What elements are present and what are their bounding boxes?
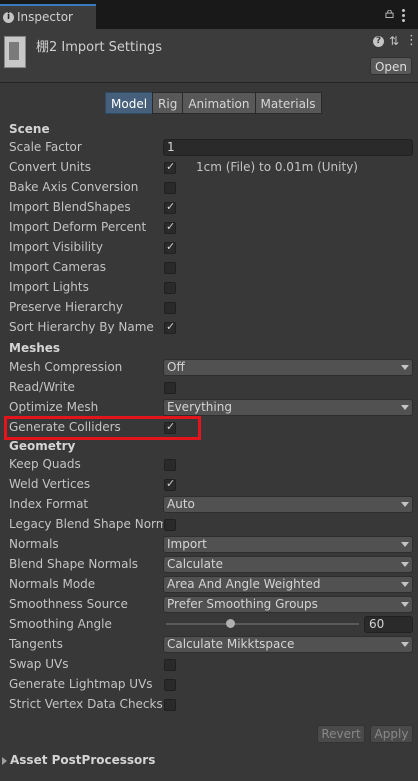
smoothness-source-dropdown[interactable]: Prefer Smoothing Groups: [163, 596, 413, 613]
strict-vertex-checks-label: Strict Vertex Data Checks: [9, 697, 163, 711]
mesh-compression-value: Off: [167, 360, 185, 374]
scene-heading: Scene: [9, 122, 50, 136]
smoothing-angle-slider[interactable]: [166, 623, 359, 625]
normals-mode-value: Area And Angle Weighted: [167, 577, 321, 591]
blend-shape-normals-dropdown[interactable]: Calculate: [163, 556, 413, 573]
optimize-mesh-label: Optimize Mesh: [9, 400, 99, 414]
scale-factor-input[interactable]: 1: [163, 139, 413, 156]
chevron-down-icon: [401, 405, 409, 410]
smoothing-angle-slider-thumb[interactable]: [226, 619, 235, 628]
chevron-down-icon: [401, 502, 409, 507]
smoothing-angle-input[interactable]: 60: [364, 616, 413, 633]
help-icon[interactable]: ?: [373, 36, 384, 47]
sort-hierarchy-checkbox[interactable]: [164, 320, 176, 334]
preserve-hierarchy-checkbox[interactable]: [164, 302, 176, 314]
preset-icon[interactable]: ⇅: [389, 34, 399, 48]
header-title: 棚2 Import Settings: [36, 40, 163, 55]
swap-uvs-checkbox[interactable]: [164, 659, 176, 671]
normals-value: Import: [167, 537, 207, 551]
tab-rig[interactable]: Rig: [152, 92, 184, 114]
inspector-header: 棚2 Import Settings ? ⇅ ⋮ Open: [0, 29, 418, 83]
legacy-blend-normals-label: Legacy Blend Shape Normals: [9, 517, 163, 531]
chevron-down-icon: [401, 602, 409, 607]
chevron-down-icon: [401, 642, 409, 647]
import-deform-percent-checkbox[interactable]: [164, 220, 176, 234]
import-deform-percent-label: Import Deform Percent: [9, 220, 147, 234]
normals-label: Normals: [9, 537, 59, 551]
import-cameras-label: Import Cameras: [9, 260, 106, 274]
read-write-checkbox[interactable]: [164, 382, 176, 394]
index-format-dropdown[interactable]: Auto: [163, 496, 413, 513]
window-tab-bar: i Inspector: [0, 0, 418, 29]
tab-animation[interactable]: Animation: [182, 92, 256, 114]
tab-model[interactable]: Model: [105, 92, 154, 114]
index-format-value: Auto: [167, 497, 195, 511]
swap-uvs-label: Swap UVs: [9, 657, 69, 671]
mesh-compression-label: Mesh Compression: [9, 360, 123, 374]
tangents-dropdown[interactable]: Calculate Mikktspace: [163, 636, 413, 653]
blend-shape-normals-label: Blend Shape Normals: [9, 557, 139, 571]
chevron-down-icon: [401, 542, 409, 547]
chevron-down-icon: [401, 365, 409, 370]
bake-axis-label: Bake Axis Conversion: [9, 180, 139, 194]
weld-vertices-label: Weld Vertices: [9, 477, 91, 491]
apply-button[interactable]: Apply: [370, 725, 413, 743]
chevron-down-icon: [401, 562, 409, 567]
lock-icon[interactable]: [385, 10, 394, 18]
asset-postprocessors-foldout[interactable]: Asset PostProcessors: [10, 753, 155, 767]
tangents-label: Tangents: [9, 637, 63, 651]
keep-quads-label: Keep Quads: [9, 457, 81, 471]
import-visibility-label: Import Visibility: [9, 240, 103, 254]
preserve-hierarchy-label: Preserve Hierarchy: [9, 300, 123, 314]
open-button[interactable]: Open: [370, 57, 412, 75]
import-blendshapes-checkbox[interactable]: [164, 200, 176, 214]
scale-factor-label: Scale Factor: [9, 140, 82, 154]
tangents-value: Calculate Mikktspace: [167, 637, 295, 651]
index-format-label: Index Format: [9, 497, 89, 511]
import-blendshapes-label: Import BlendShapes: [9, 200, 131, 214]
sort-hierarchy-label: Sort Hierarchy By Name: [9, 320, 154, 334]
normals-mode-dropdown[interactable]: Area And Angle Weighted: [163, 576, 413, 593]
weld-vertices-checkbox[interactable]: [164, 477, 176, 491]
generate-lightmap-uvs-label: Generate Lightmap UVs: [9, 677, 153, 691]
meshes-heading: Meshes: [9, 341, 61, 355]
generate-lightmap-uvs-checkbox[interactable]: [164, 679, 176, 691]
import-lights-checkbox[interactable]: [164, 282, 176, 294]
bake-axis-checkbox[interactable]: [164, 182, 176, 194]
smoothness-source-label: Smoothness Source: [9, 597, 128, 611]
legacy-blend-normals-checkbox[interactable]: [164, 519, 176, 531]
kebab-menu-icon[interactable]: [402, 9, 406, 23]
convert-units-label: Convert Units: [9, 160, 91, 174]
more-options-icon[interactable]: ⋮: [405, 33, 418, 48]
import-visibility-checkbox[interactable]: [164, 240, 176, 254]
import-cameras-checkbox[interactable]: [164, 262, 176, 274]
import-tabs: Model Rig Animation Materials: [105, 92, 322, 114]
optimize-mesh-dropdown[interactable]: Everything: [163, 399, 413, 416]
normals-mode-label: Normals Mode: [9, 577, 96, 591]
keep-quads-checkbox[interactable]: [164, 459, 176, 471]
convert-units-note: 1cm (File) to 0.01m (Unity): [196, 160, 358, 174]
highlight-box: [4, 416, 201, 440]
info-icon: i: [3, 12, 14, 23]
model-asset-icon: [4, 36, 26, 68]
chevron-down-icon: [401, 582, 409, 587]
strict-vertex-checks-checkbox[interactable]: [164, 699, 176, 711]
geometry-heading: Geometry: [9, 439, 76, 453]
normals-dropdown[interactable]: Import: [163, 536, 413, 553]
revert-button[interactable]: Revert: [317, 725, 365, 743]
inspector-tab[interactable]: i Inspector: [0, 4, 96, 29]
chevron-right-icon[interactable]: [2, 757, 7, 765]
smoothing-angle-label: Smoothing Angle: [9, 617, 112, 631]
tab-materials[interactable]: Materials: [254, 92, 322, 114]
read-write-label: Read/Write: [9, 380, 75, 394]
smoothness-source-value: Prefer Smoothing Groups: [167, 597, 318, 611]
mesh-compression-dropdown[interactable]: Off: [163, 359, 413, 376]
import-lights-label: Import Lights: [9, 280, 89, 294]
convert-units-checkbox[interactable]: [164, 160, 176, 174]
inspector-tab-label: Inspector: [17, 10, 73, 24]
blend-shape-normals-value: Calculate: [167, 557, 224, 571]
optimize-mesh-value: Everything: [167, 400, 232, 414]
